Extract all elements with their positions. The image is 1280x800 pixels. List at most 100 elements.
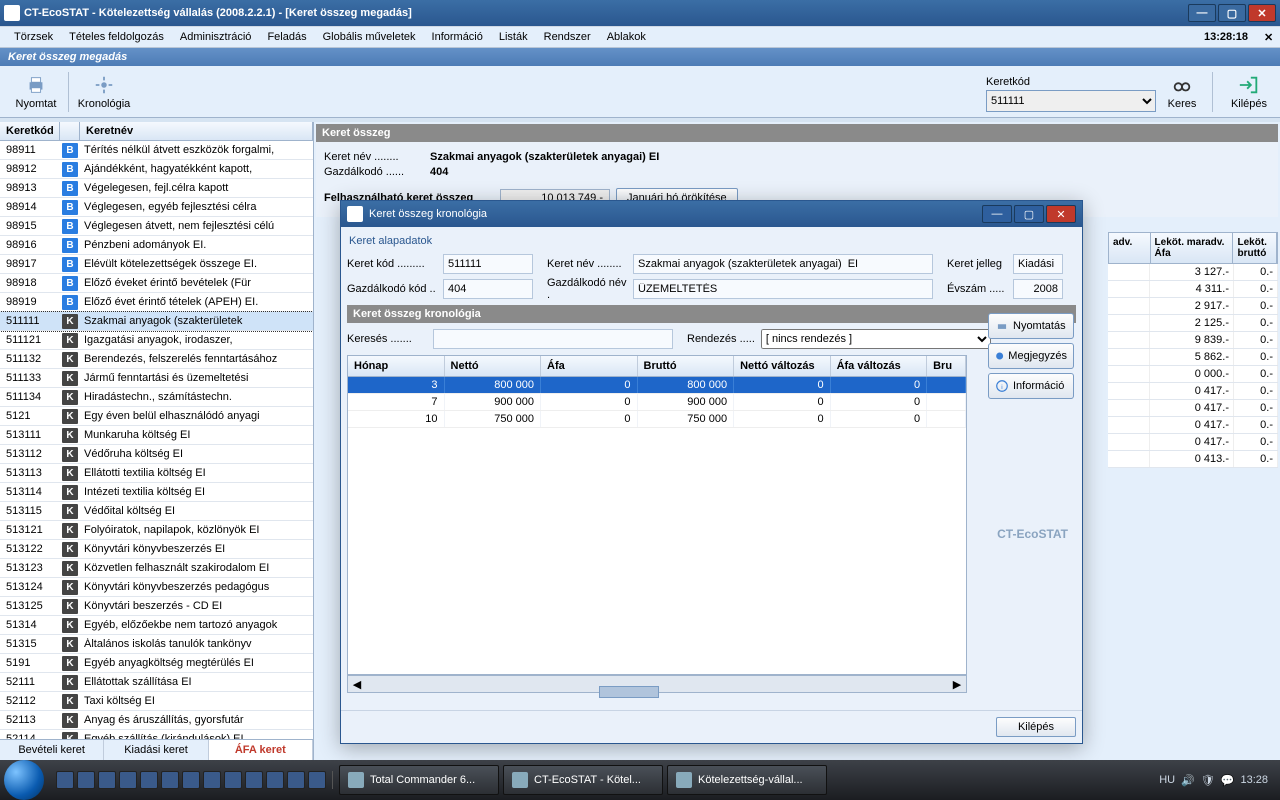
col-brutto[interactable]: Leköt. bruttó bbox=[1233, 233, 1277, 263]
col-brutto[interactable]: Bruttó bbox=[638, 356, 735, 376]
list-item[interactable]: 513125KKönyvtári beszerzés - CD EI bbox=[0, 597, 313, 616]
table-row[interactable]: 3800 0000800 00000 bbox=[348, 377, 966, 394]
list-item[interactable]: 52113KAnyag és áruszállítás, gyorsfutár bbox=[0, 711, 313, 730]
table-row[interactable]: 0 417.-0.- bbox=[1108, 400, 1278, 417]
col-netto[interactable]: Nettó bbox=[445, 356, 542, 376]
close-button[interactable]: ✕ bbox=[1248, 4, 1276, 22]
table-row[interactable]: 10750 0000750 00000 bbox=[348, 411, 966, 428]
table-row[interactable]: 2 917.-0.- bbox=[1108, 298, 1278, 315]
taskbar-task[interactable]: Total Commander 6... bbox=[339, 765, 499, 795]
tab-afa[interactable]: ÁFA keret bbox=[209, 740, 313, 760]
list-item[interactable]: 513115KVédőital költség EI bbox=[0, 502, 313, 521]
list-item[interactable]: 98913BVégelegesen, fejl.célra kapott bbox=[0, 179, 313, 198]
scroll-right-button[interactable]: ▶ bbox=[948, 678, 966, 691]
modal-close-button[interactable]: ✕ bbox=[1046, 205, 1076, 223]
tab-kiadasi[interactable]: Kiadási keret bbox=[104, 740, 208, 760]
menu-rendszer[interactable]: Rendszer bbox=[536, 29, 599, 45]
table-row[interactable]: 0 000.-0.- bbox=[1108, 366, 1278, 383]
list-item[interactable]: 98917BElévült kötelezettségek összege EI… bbox=[0, 255, 313, 274]
list-item[interactable]: 511111KSzakmai anyagok (szakterületek bbox=[0, 312, 313, 331]
list-item[interactable]: 98912BAjándékként, hagyatékként kapott, bbox=[0, 160, 313, 179]
taskbar-task[interactable]: CT-EcoSTAT - Kötel... bbox=[503, 765, 663, 795]
scroll-left-button[interactable]: ◀ bbox=[348, 678, 366, 691]
minimize-button[interactable]: — bbox=[1188, 4, 1216, 22]
menu-info[interactable]: Információ bbox=[424, 29, 491, 45]
modal-print-button[interactable]: Nyomtatás bbox=[988, 313, 1074, 339]
menu-feladas[interactable]: Feladás bbox=[259, 29, 314, 45]
ql-item[interactable] bbox=[287, 771, 305, 789]
ql-item[interactable] bbox=[245, 771, 263, 789]
table-row[interactable]: 5 862.-0.- bbox=[1108, 349, 1278, 366]
ql-item[interactable] bbox=[182, 771, 200, 789]
list-item[interactable]: 52111KEllátottak szállítása EI bbox=[0, 673, 313, 692]
tray-icon[interactable]: 💬 bbox=[1221, 774, 1235, 787]
keretkod-input[interactable] bbox=[443, 254, 533, 274]
ql-item[interactable] bbox=[119, 771, 137, 789]
col-nettovalt[interactable]: Nettó változás bbox=[734, 356, 831, 376]
list-item[interactable]: 511132KBerendezés, felszerelés fenntartá… bbox=[0, 350, 313, 369]
list-item[interactable]: 513114KIntézeti textilia költség EI bbox=[0, 483, 313, 502]
chronology-grid[interactable]: Hónap Nettó Áfa Bruttó Nettó változás Áf… bbox=[347, 355, 967, 675]
modal-maximize-button[interactable]: ▢ bbox=[1014, 205, 1044, 223]
list-item[interactable]: 52114KEgyéb szállítás (kirándulások) EI bbox=[0, 730, 313, 739]
list-item[interactable]: 513113KEllátotti textilia költség EI bbox=[0, 464, 313, 483]
list-item[interactable]: 98914BVéglegesen, egyéb fejlesztési célr… bbox=[0, 198, 313, 217]
list-item[interactable]: 5121KEgy éven belül elhasználódó anyagi bbox=[0, 407, 313, 426]
horizontal-scrollbar[interactable]: ◀ ▶ bbox=[347, 675, 967, 693]
list-item[interactable]: 51314KEgyéb, előzőekbe nem tartozó anyag… bbox=[0, 616, 313, 635]
list-item[interactable]: 98911BTérítés nélkül átvett eszközök for… bbox=[0, 141, 313, 160]
system-tray[interactable]: HU 🔊 🛡 💬 13:28 bbox=[1151, 774, 1276, 787]
col-type[interactable] bbox=[60, 122, 80, 140]
keretjelleg-input[interactable] bbox=[1013, 254, 1063, 274]
list-item[interactable]: 513121KFolyóiratok, napilapok, közlönyök… bbox=[0, 521, 313, 540]
list-item[interactable]: 511134KHiradástechn., számítástechn. bbox=[0, 388, 313, 407]
table-row[interactable]: 0 417.-0.- bbox=[1108, 417, 1278, 434]
exit-button[interactable]: Kilépés bbox=[1226, 72, 1272, 112]
table-row[interactable]: 9 839.-0.- bbox=[1108, 332, 1278, 349]
mdi-close-button[interactable]: ✕ bbox=[1256, 29, 1274, 46]
tab-beveteli[interactable]: Bevételi keret bbox=[0, 740, 104, 760]
ql-item[interactable] bbox=[266, 771, 284, 789]
table-row[interactable]: 3 127.-0.- bbox=[1108, 264, 1278, 281]
search-input[interactable] bbox=[433, 329, 673, 349]
scroll-thumb[interactable] bbox=[599, 686, 659, 698]
left-grid[interactable]: 98911BTérítés nélkül átvett eszközök for… bbox=[0, 141, 313, 739]
table-row[interactable]: 0 417.-0.- bbox=[1108, 383, 1278, 400]
keretkod-select[interactable]: 511111 bbox=[986, 90, 1156, 112]
col-keretnev[interactable]: Keretnév bbox=[80, 122, 313, 140]
lang-indicator[interactable]: HU bbox=[1159, 774, 1175, 786]
list-item[interactable]: 5191KEgyéb anyagköltség megtérülés EI bbox=[0, 654, 313, 673]
menu-ablakok[interactable]: Ablakok bbox=[599, 29, 654, 45]
start-button[interactable] bbox=[4, 760, 44, 800]
maximize-button[interactable]: ▢ bbox=[1218, 4, 1246, 22]
col-adv[interactable]: adv. bbox=[1109, 233, 1151, 263]
list-item[interactable]: 52112KTaxi költség EI bbox=[0, 692, 313, 711]
menu-torzsek[interactable]: Törzsek bbox=[6, 29, 61, 45]
modal-minimize-button[interactable]: — bbox=[982, 205, 1012, 223]
ql-item[interactable] bbox=[161, 771, 179, 789]
menu-admin[interactable]: Adminisztráció bbox=[172, 29, 260, 45]
modal-info-button[interactable]: i Információ bbox=[988, 373, 1074, 399]
list-item[interactable]: 513123KKözvetlen felhasznált szakirodalo… bbox=[0, 559, 313, 578]
col-bru[interactable]: Bru bbox=[927, 356, 966, 376]
keretnev-input[interactable] bbox=[633, 254, 933, 274]
list-item[interactable]: 513112KVédőruha költség EI bbox=[0, 445, 313, 464]
table-row[interactable]: 0 417.-0.- bbox=[1108, 434, 1278, 451]
col-maradv[interactable]: Leköt. maradv. Áfa bbox=[1151, 233, 1234, 263]
col-keretkod[interactable]: Keretkód bbox=[0, 122, 60, 140]
list-item[interactable]: 98916BPénzbeni adományok EI. bbox=[0, 236, 313, 255]
ql-item[interactable] bbox=[203, 771, 221, 789]
list-item[interactable]: 513124KKönyvtári könyvbeszerzés pedagógu… bbox=[0, 578, 313, 597]
menu-teteles[interactable]: Tételes feldolgozás bbox=[61, 29, 172, 45]
gazdnev-input[interactable] bbox=[633, 279, 933, 299]
modal-exit-button[interactable]: Kilépés bbox=[996, 717, 1076, 737]
table-row[interactable]: 4 311.-0.- bbox=[1108, 281, 1278, 298]
tray-icon[interactable]: 🔊 bbox=[1181, 774, 1195, 787]
list-item[interactable]: 513111KMunkaruha költség EI bbox=[0, 426, 313, 445]
modal-note-button[interactable]: Megjegyzés bbox=[988, 343, 1074, 369]
sort-select[interactable]: [ nincs rendezés ] bbox=[761, 329, 991, 349]
taskbar-task[interactable]: Kötelezettség-vállal... bbox=[667, 765, 827, 795]
ql-item[interactable] bbox=[98, 771, 116, 789]
ql-item[interactable] bbox=[140, 771, 158, 789]
table-row[interactable]: 0 413.-0.- bbox=[1108, 451, 1278, 468]
